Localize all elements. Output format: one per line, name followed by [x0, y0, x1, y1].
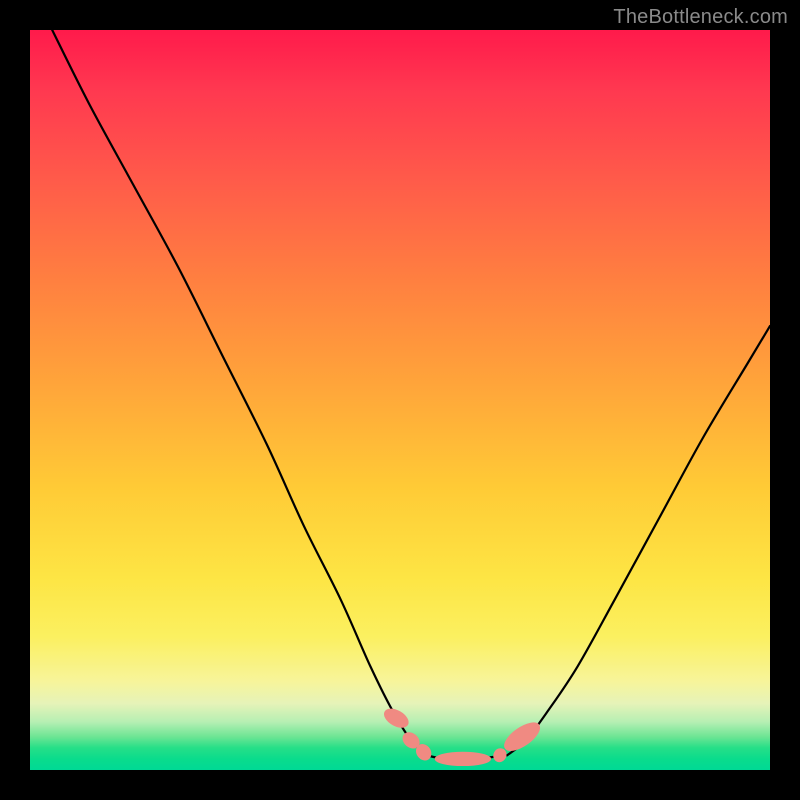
plot-area: [30, 30, 770, 770]
curve-layer: [30, 30, 770, 770]
marker-pill: [435, 752, 491, 765]
bottleneck-curve: [52, 30, 770, 759]
chart-frame: TheBottleneck.com: [0, 0, 800, 800]
watermark-text: TheBottleneck.com: [613, 6, 788, 29]
marker-pill: [381, 705, 411, 731]
marker-pill: [500, 718, 544, 756]
highlight-markers: [381, 705, 543, 765]
curve-right-arm: [507, 326, 770, 755]
curve-left-arm: [52, 30, 426, 755]
